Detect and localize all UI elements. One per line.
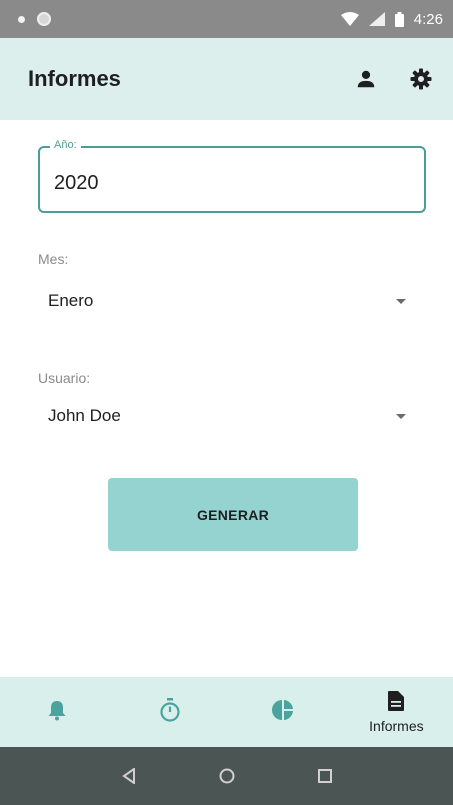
status-right: 4:26 (340, 10, 443, 28)
nav-item-notifications[interactable] (0, 677, 113, 747)
nav-item-reports[interactable]: Informes (340, 677, 453, 747)
battery-icon (394, 11, 404, 27)
system-navigation-bar (0, 747, 453, 805)
signal-icon (368, 12, 385, 26)
home-icon[interactable] (219, 768, 235, 784)
month-dropdown-arrow-icon (396, 298, 406, 304)
bell-icon (47, 699, 67, 726)
user-label: Usuario: (38, 370, 91, 386)
year-field-value[interactable]: 2020 (54, 172, 99, 195)
status-bar: 4:26 (0, 0, 453, 38)
app-bar: Informes (0, 38, 453, 120)
month-select-value: Enero (48, 291, 94, 310)
year-field-label: Año: (50, 139, 81, 151)
user-dropdown-arrow-icon (396, 413, 406, 419)
nav-item-timer[interactable] (113, 677, 226, 747)
back-icon[interactable] (121, 768, 136, 784)
stopwatch-icon (159, 697, 181, 727)
sync-icon (37, 12, 51, 26)
generate-button[interactable]: GENERAR (108, 478, 358, 551)
year-field[interactable]: Año: 2020 (38, 139, 426, 213)
nav-item-statistics[interactable] (227, 677, 340, 747)
month-select[interactable]: Enero (38, 281, 416, 321)
bottom-navigation: Informes (0, 677, 453, 747)
notification-dot-icon (18, 15, 25, 23)
document-icon (388, 690, 405, 716)
recents-icon[interactable] (317, 769, 332, 783)
user-select[interactable]: John Doe (38, 396, 416, 436)
nav-item-reports-label: Informes (369, 717, 424, 734)
app-bar-actions (355, 67, 433, 91)
user-select-value: John Doe (48, 406, 121, 425)
month-label: Mes: (38, 251, 69, 267)
page-title: Informes (28, 66, 121, 91)
status-left (18, 12, 51, 26)
wifi-icon (340, 12, 359, 26)
status-time: 4:26 (413, 10, 443, 28)
account-icon[interactable] (355, 68, 377, 90)
pie-chart-icon (272, 699, 294, 726)
settings-gear-icon[interactable] (409, 67, 433, 91)
